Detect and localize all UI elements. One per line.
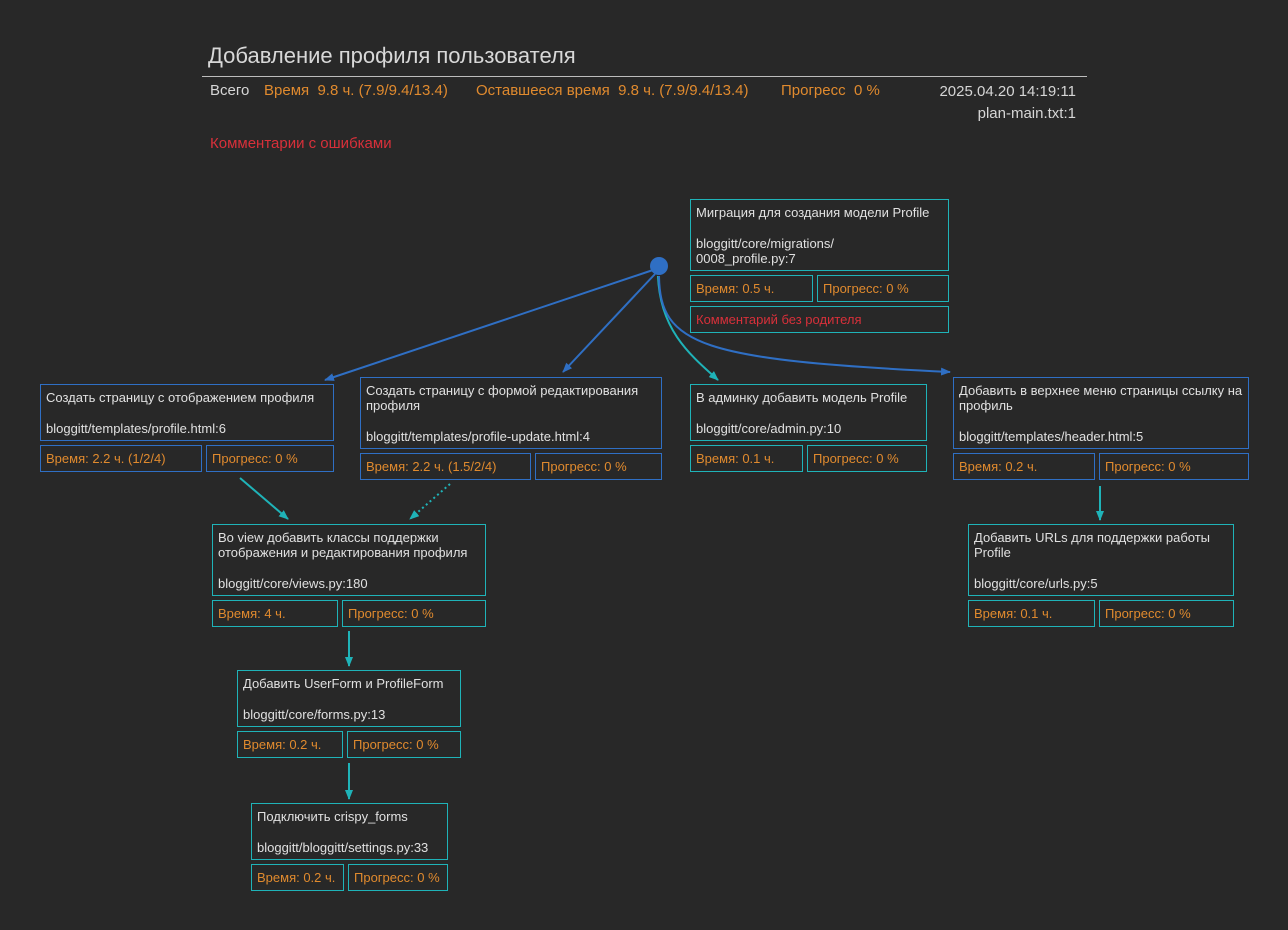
task-profile-edit[interactable]: Создать страницу с формой редактирования… bbox=[360, 377, 662, 449]
edge-root-profile-edit bbox=[562, 273, 656, 373]
task-path: bloggitt/core/forms.py:13 bbox=[243, 707, 386, 722]
task-time: Время: 0.2 ч. bbox=[251, 864, 344, 891]
task-forms[interactable]: Добавить UserForm и ProfileForm bloggitt… bbox=[237, 670, 461, 727]
edge-profile-page-views bbox=[239, 477, 289, 520]
task-progress: Прогресс: 0 % bbox=[348, 864, 448, 891]
task-title: Миграция для создания модели Profile bbox=[696, 205, 930, 220]
task-progress: Прогресс: 0 % bbox=[817, 275, 949, 302]
task-migration[interactable]: Миграция для создания модели Profile blo… bbox=[690, 199, 949, 271]
task-progress: Прогресс: 0 % bbox=[342, 600, 486, 627]
task-progress: Прогресс: 0 % bbox=[1099, 600, 1234, 627]
task-path: bloggitt/core/urls.py:5 bbox=[974, 576, 1098, 591]
task-time: Время: 0.1 ч. bbox=[968, 600, 1095, 627]
task-crispy-forms[interactable]: Подключить crispy_forms bloggitt/bloggit… bbox=[251, 803, 448, 860]
task-views[interactable]: Во view добавить классы поддержки отобра… bbox=[212, 524, 486, 596]
task-title: Во view добавить классы поддержки отобра… bbox=[218, 530, 468, 560]
task-time: Время: 2.2 ч. (1/2/4) bbox=[40, 445, 202, 472]
task-path: bloggitt/bloggitt/settings.py:33 bbox=[257, 840, 429, 855]
task-progress: Прогресс: 0 % bbox=[807, 445, 927, 472]
task-title: Добавить URLs для поддержки работы Profi… bbox=[974, 530, 1211, 560]
task-path: bloggitt/core/views.py:180 bbox=[218, 576, 368, 591]
task-time: Время: 4 ч. bbox=[212, 600, 338, 627]
edge-profile-edit-views bbox=[409, 483, 451, 520]
task-title: Создать страницу с отображением профиля bbox=[46, 390, 315, 405]
task-admin[interactable]: В админку добавить модель Profile bloggi… bbox=[690, 384, 927, 441]
task-progress: Прогресс: 0 % bbox=[347, 731, 461, 758]
task-progress: Прогресс: 0 % bbox=[1099, 453, 1249, 480]
task-time: Время: 0.2 ч. bbox=[237, 731, 343, 758]
task-menu[interactable]: Добавить в верхнее меню страницы ссылку … bbox=[953, 377, 1249, 449]
task-title: Добавить в верхнее меню страницы ссылку … bbox=[959, 383, 1243, 413]
task-title: Подключить crispy_forms bbox=[257, 809, 408, 824]
task-title: В админку добавить модель Profile bbox=[696, 390, 908, 405]
task-title: Создать страницу с формой редактирования… bbox=[366, 383, 639, 413]
task-path: bloggitt/core/migrations/ 0008_profile.p… bbox=[696, 236, 835, 266]
task-urls[interactable]: Добавить URLs для поддержки работы Profi… bbox=[968, 524, 1234, 596]
task-progress: Прогресс: 0 % bbox=[535, 453, 662, 480]
root-node-dot bbox=[650, 257, 668, 275]
task-comment: Комментарий без родителя bbox=[690, 306, 949, 333]
task-path: bloggitt/core/admin.py:10 bbox=[696, 421, 842, 436]
task-title: Добавить UserForm и ProfileForm bbox=[243, 676, 444, 691]
task-path: bloggitt/templates/profile.html:6 bbox=[46, 421, 226, 436]
task-time: Время: 2.2 ч. (1.5/2/4) bbox=[360, 453, 531, 480]
edge-root-profile-page bbox=[324, 269, 654, 381]
task-profile-page[interactable]: Создать страницу с отображением профиля … bbox=[40, 384, 334, 441]
task-time: Время: 0.2 ч. bbox=[953, 453, 1095, 480]
task-path: bloggitt/templates/profile-update.html:4 bbox=[366, 429, 591, 444]
task-time: Время: 0.1 ч. bbox=[690, 445, 803, 472]
task-path: bloggitt/templates/header.html:5 bbox=[959, 429, 1144, 444]
task-progress: Прогресс: 0 % bbox=[206, 445, 334, 472]
task-time: Время: 0.5 ч. bbox=[690, 275, 813, 302]
